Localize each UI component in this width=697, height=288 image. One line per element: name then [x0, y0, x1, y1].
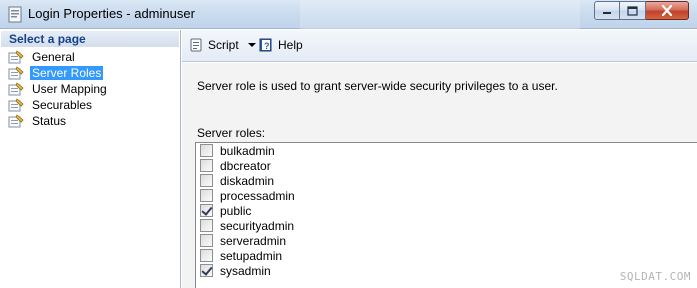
role-row-bulkadmin[interactable]: bulkadmin: [196, 143, 697, 158]
role-name: diskadmin: [220, 173, 275, 188]
sidebar-item-server-roles[interactable]: Server Roles: [8, 65, 180, 81]
sidebar-item-general[interactable]: General: [8, 49, 180, 65]
watermark: SQLDAT.COM: [619, 270, 691, 283]
sidebar-item-label: General: [32, 50, 75, 64]
sidebar-item-user-mapping[interactable]: User Mapping: [8, 81, 180, 97]
role-row-processadmin[interactable]: processadmin: [196, 188, 697, 203]
page-wrench-icon: [8, 82, 24, 96]
page-navigation-panel: Select a page General Server Roles User …: [0, 30, 181, 288]
page-wrench-icon: [8, 66, 24, 80]
chevron-down-icon[interactable]: [247, 43, 256, 47]
toolbar: Script ? Help: [182, 30, 697, 62]
role-checkbox[interactable]: [200, 174, 213, 187]
help-button[interactable]: ? Help: [258, 37, 303, 53]
maximize-icon: [627, 5, 638, 16]
role-name: sysadmin: [220, 263, 271, 278]
page-wrench-icon: [8, 50, 24, 64]
page-description: Server role is used to grant server-wide…: [197, 79, 558, 93]
window-title: Login Properties - adminuser: [28, 6, 195, 21]
close-button[interactable]: [646, 1, 689, 20]
role-row-securityadmin[interactable]: securityadmin: [196, 218, 697, 233]
script-button-label: Script: [208, 38, 239, 52]
role-name: setupadmin: [220, 248, 283, 263]
title-bar: Login Properties - adminuser: [0, 0, 697, 29]
window-icon: [8, 6, 22, 23]
page-list: General Server Roles User Mapping Secura…: [0, 47, 180, 129]
script-button[interactable]: Script: [188, 37, 256, 53]
page-wrench-icon: [8, 114, 24, 128]
role-row-public[interactable]: public: [196, 203, 697, 218]
role-row-setupadmin[interactable]: setupadmin: [196, 248, 697, 263]
role-name: public: [220, 203, 252, 218]
role-checkbox[interactable]: [200, 189, 213, 202]
server-roles-list[interactable]: bulkadmin dbcreator diskadmin processadm…: [195, 142, 697, 288]
sidebar-item-label: Securables: [32, 98, 93, 112]
sidebar-item-status[interactable]: Status: [8, 113, 180, 129]
server-roles-label: Server roles:: [197, 126, 266, 140]
window-controls: [594, 1, 689, 20]
close-icon: [661, 5, 673, 16]
role-checkbox[interactable]: [200, 219, 213, 232]
page-wrench-icon: [8, 98, 24, 112]
help-book-icon: ?: [259, 38, 272, 52]
sidebar-item-label: Status: [32, 114, 67, 128]
minimize-icon: [603, 11, 611, 14]
sidebar-item-securables[interactable]: Securables: [8, 97, 180, 113]
role-row-diskadmin[interactable]: diskadmin: [196, 173, 697, 188]
role-name: processadmin: [220, 188, 295, 203]
role-checkbox[interactable]: [200, 264, 213, 277]
help-button-label: Help: [278, 38, 303, 52]
role-checkbox[interactable]: [200, 159, 213, 172]
select-page-header: Select a page: [1, 31, 179, 47]
role-name: serveradmin: [220, 233, 287, 248]
role-name: securityadmin: [220, 218, 295, 233]
server-roles-page: Server role is used to grant server-wide…: [182, 63, 697, 288]
role-name: bulkadmin: [220, 143, 275, 158]
role-row-serveradmin[interactable]: serveradmin: [196, 233, 697, 248]
role-checkbox[interactable]: [200, 234, 213, 247]
maximize-button[interactable]: [620, 1, 646, 20]
role-checkbox[interactable]: [200, 144, 213, 157]
script-scroll-icon: [190, 38, 202, 52]
sidebar-item-label: User Mapping: [32, 82, 107, 96]
role-row-dbcreator[interactable]: dbcreator: [196, 158, 697, 173]
role-checkbox[interactable]: [200, 249, 213, 262]
background-window-blur: [300, 0, 580, 29]
role-checkbox[interactable]: [200, 204, 213, 217]
sidebar-item-label: Server Roles: [30, 66, 104, 80]
role-name: dbcreator: [220, 158, 271, 173]
minimize-button[interactable]: [594, 1, 620, 20]
svg-text:?: ?: [264, 41, 270, 51]
